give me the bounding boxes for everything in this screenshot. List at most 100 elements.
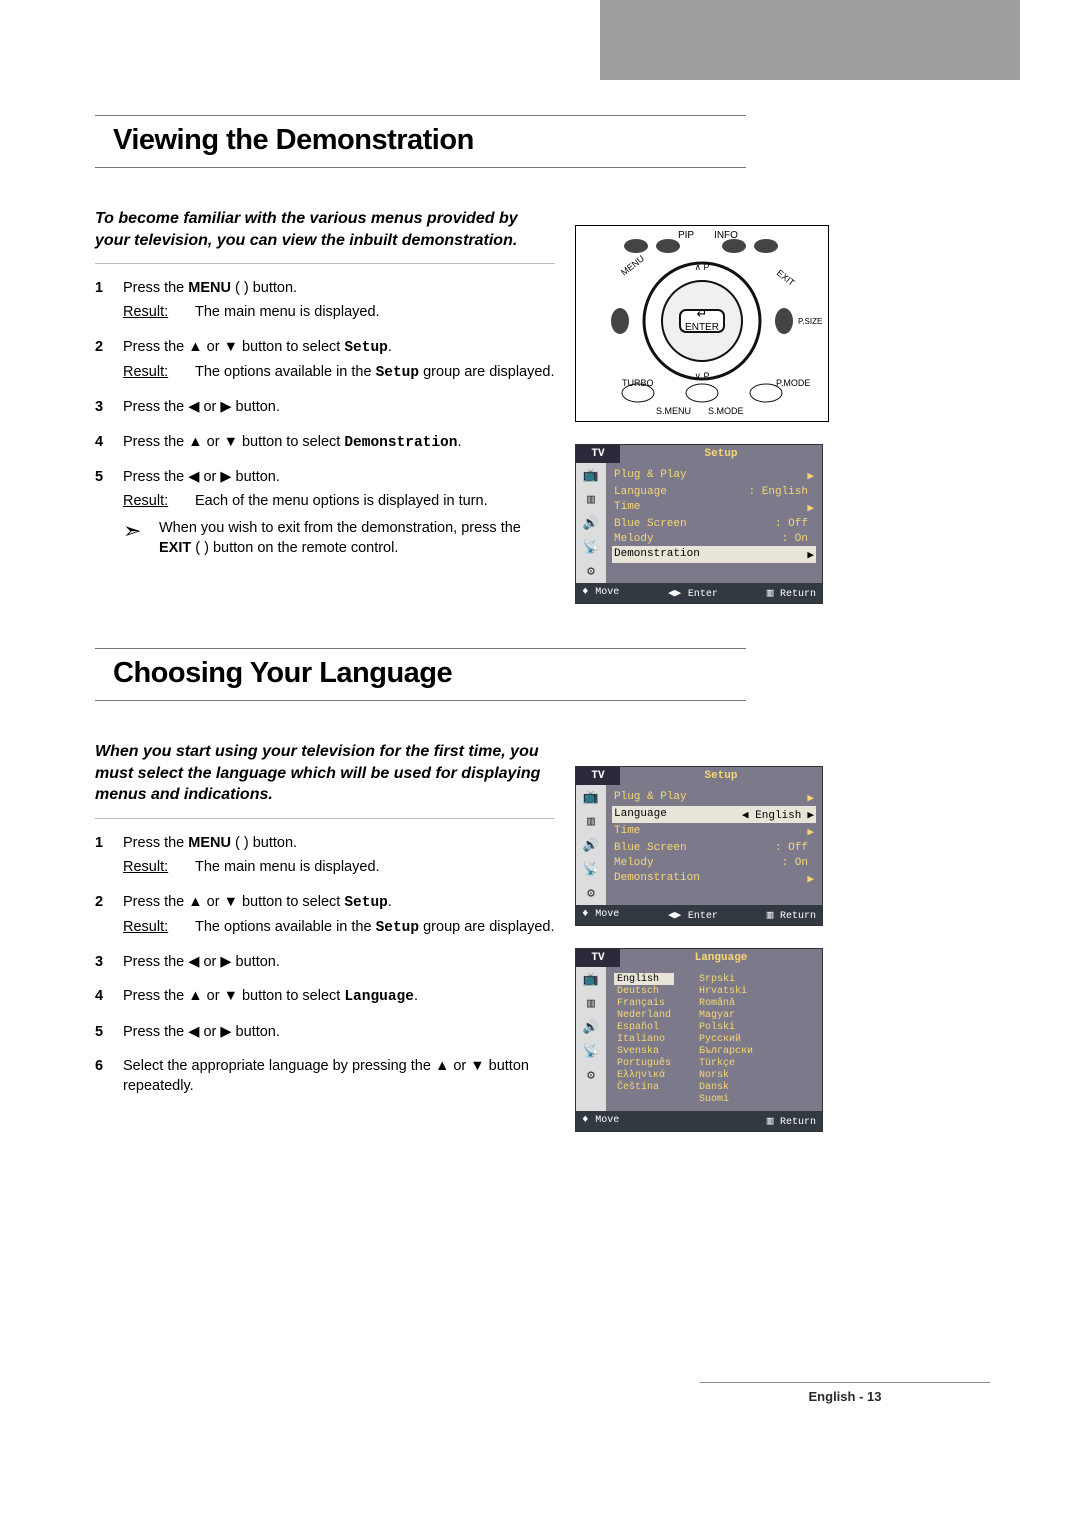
- battery-icon: ▥: [582, 995, 600, 1011]
- svg-text:↵: ↵: [697, 306, 708, 321]
- step-text: Press the ▲ or ▼ button to select Demons…: [123, 432, 555, 453]
- section1-intro: To become familiar with the various menu…: [95, 208, 555, 251]
- svg-text:∨ P: ∨ P: [694, 371, 709, 381]
- antenna-icon: 📡: [582, 1043, 600, 1059]
- language-option: Български: [696, 1045, 756, 1057]
- page-footer: English - 13: [700, 1382, 990, 1404]
- step-number: 5: [95, 1022, 123, 1042]
- osd-icon-column: 📺 ▥ 🔊 📡 ⚙: [576, 967, 606, 1111]
- tv-icon: 📺: [582, 789, 600, 805]
- turbo-label: TURBO: [622, 378, 654, 388]
- step-text: Press the ◀ or ▶ button.: [123, 1022, 555, 1042]
- section1-steps: 1 Press the MENU ( ) button. Result: The…: [95, 278, 555, 558]
- speaker-icon: 🔊: [582, 515, 600, 531]
- step-number: 3: [95, 397, 123, 417]
- sliders-icon: ⚙: [582, 885, 600, 901]
- osd-item: Plug & Play: [614, 469, 709, 483]
- result-text: The main menu is displayed.: [195, 302, 555, 322]
- sliders-icon: ⚙: [582, 563, 600, 579]
- section2-intro: When you start using your television for…: [95, 741, 555, 806]
- step-text: Press the ▲ or ▼ button to select Langua…: [123, 986, 555, 1007]
- step-text: Press the ◀ or ▶ button.: [123, 397, 555, 417]
- language-column-right: SrpskiHrvatskiRomânăMagyarPolskiРусскийБ…: [696, 973, 756, 1105]
- language-option: Čeština: [614, 1081, 674, 1093]
- osd-icon-column: 📺 ▥ 🔊 📡 ⚙: [576, 785, 606, 905]
- osd-footer-move: ♦ Move: [582, 1114, 619, 1128]
- step-text: .: [388, 339, 392, 355]
- language-option: Magyar: [696, 1009, 756, 1021]
- osd-tv-label: TV: [576, 949, 620, 967]
- language-option: Română: [696, 997, 756, 1009]
- step-number: 5: [95, 467, 123, 558]
- step-text: Select the appropriate language by press…: [123, 1056, 555, 1097]
- step-number: 2: [95, 337, 123, 384]
- result-label: Result:: [123, 491, 195, 511]
- language-option: Français: [614, 997, 674, 1009]
- osd-item: Plug & Play: [614, 791, 709, 805]
- language-option: Italiano: [614, 1033, 674, 1045]
- language-option: Norsk: [696, 1069, 756, 1081]
- language-option: Polski: [696, 1021, 756, 1033]
- step-text: Press the ▲ or ▼ button to select: [123, 339, 344, 355]
- battery-icon: ▥: [582, 813, 600, 829]
- pmode-label: P.MODE: [776, 378, 810, 388]
- osd-item: Demonstration: [614, 872, 709, 886]
- osd-footer-return: ▥ Return: [767, 586, 816, 600]
- step-number: 1: [95, 833, 123, 878]
- osd-item: Blue Screen: [614, 518, 709, 530]
- osd-item: Time: [614, 825, 709, 839]
- step-text: .: [388, 894, 392, 910]
- result-label: Result:: [123, 917, 195, 938]
- result-text: The options available in the Setup group…: [195, 917, 555, 938]
- pip-label: PIP: [678, 230, 694, 241]
- osd-title: Setup: [620, 767, 822, 785]
- osd-item: Time: [614, 501, 709, 515]
- result-label: Result:: [123, 362, 195, 383]
- language-option: Hrvatski: [696, 985, 756, 997]
- step-number: 4: [95, 986, 123, 1007]
- note-text: When you wish to exit from the demonstra…: [159, 518, 555, 559]
- result-text: The main menu is displayed.: [195, 857, 555, 877]
- step-text: Press the: [123, 280, 188, 296]
- osd-setup-language: TV Setup 📺 ▥ 🔊 📡 ⚙ Plug & Play▶ Language…: [575, 766, 823, 926]
- speaker-icon: 🔊: [582, 837, 600, 853]
- language-option: Svenska: [614, 1045, 674, 1057]
- language-option: Suomi: [696, 1093, 756, 1105]
- psize-label: P.SIZE: [798, 317, 822, 326]
- language-option: English: [614, 973, 674, 985]
- tv-icon: 📺: [582, 467, 600, 483]
- step-text: Press the ◀ or ▶ button.: [123, 469, 280, 485]
- smode-label: S.MODE: [708, 406, 744, 416]
- antenna-icon: 📡: [582, 861, 600, 877]
- menu-label: MENU: [188, 280, 231, 296]
- step-text: Press the ▲ or ▼ button to select: [123, 894, 344, 910]
- language-option: Nederland: [614, 1009, 674, 1021]
- exit-label: EXIT: [775, 268, 797, 289]
- osd-icon-column: 📺 ▥ 🔊 📡 ⚙: [576, 463, 606, 583]
- remote-diagram: PIP INFO ↵ ENTER MENU EXIT ∧ P ∨ P: [575, 225, 829, 422]
- language-column-left: EnglishDeutschFrançaisNederlandEspañolIt…: [614, 973, 674, 1105]
- divider: [95, 263, 555, 264]
- result-text: Each of the menu options is displayed in…: [195, 491, 555, 511]
- smenu-label: S.MENU: [656, 406, 691, 416]
- step-text: Press the ◀ or ▶ button.: [123, 952, 555, 972]
- tv-icon: 📺: [582, 971, 600, 987]
- osd-setup-demo: TV Setup 📺 ▥ 🔊 📡 ⚙ Plug & Play▶ Language…: [575, 444, 823, 604]
- language-option: Deutsch: [614, 985, 674, 997]
- osd-title: Setup: [620, 445, 822, 463]
- osd-footer-move: ♦ Move: [582, 586, 619, 600]
- osd-language-list: TV Language 📺 ▥ 🔊 📡 ⚙ EnglishDeutschFran…: [575, 948, 823, 1132]
- menu-target: Setup: [344, 340, 388, 356]
- osd-tv-label: TV: [576, 767, 620, 785]
- language-option: Русский: [696, 1033, 756, 1045]
- menu-label: MENU: [619, 253, 646, 277]
- osd-footer-move: ♦ Move: [582, 908, 619, 922]
- osd-title: Language: [620, 949, 822, 967]
- osd-item-selected: Language: [614, 808, 709, 822]
- step-number: 3: [95, 952, 123, 972]
- enter-label: ENTER: [685, 322, 719, 333]
- sliders-icon: ⚙: [582, 1067, 600, 1083]
- step-number: 1: [95, 278, 123, 323]
- osd-item: Melody: [614, 857, 709, 869]
- language-option: Português: [614, 1057, 674, 1069]
